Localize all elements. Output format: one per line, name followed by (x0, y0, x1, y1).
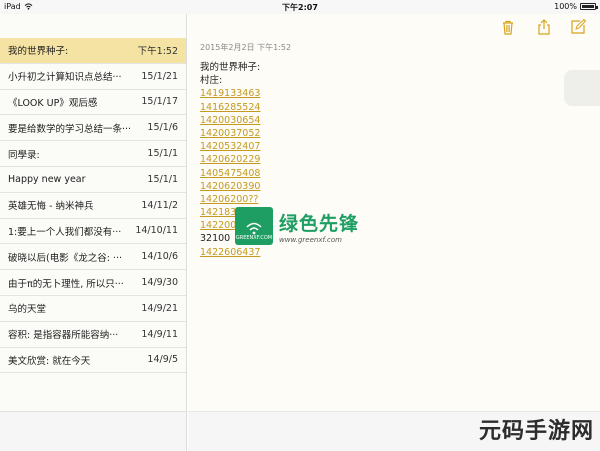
watermark-url: www.greenxf.com (279, 235, 342, 244)
note-item-title: 小升初之计算知识点总结··· (8, 72, 122, 84)
note-list-item[interactable]: 乌的天堂 14/9/21 (0, 296, 186, 322)
note-list-item[interactable]: 容积: 是指容器所能容纳··· 14/9/11 (0, 322, 186, 348)
note-item-title: 同學录: (8, 149, 40, 161)
note-item-date: 15/1/17 (141, 96, 178, 108)
status-right: 100% (554, 2, 598, 11)
seed-link[interactable]: 1419133463 (200, 87, 260, 100)
note-item-title: 《LOOK UP》观后感 (8, 97, 98, 109)
seed-link[interactable]: 1420620229 (200, 153, 260, 166)
note-text-line: 村庄: (200, 75, 223, 87)
seed-link[interactable]: 1420037052 (200, 127, 260, 140)
note-item-title: 要是给数学的学习总结一条··· (8, 123, 132, 135)
note-list: 我的世界种子: 下午1:52 小升初之计算知识点总结··· 15/1/21 《LOOK … (0, 38, 186, 374)
note-list-item[interactable]: 美文欣赏: 就在今天 14/9/5 (0, 348, 186, 374)
note-item-title: 美文欣赏: 就在今天 (8, 355, 91, 367)
note-list-item[interactable]: 英雄无悔 - 纳米神兵 14/11/2 (0, 193, 186, 219)
note-item-date: 15/1/1 (147, 148, 178, 160)
wifi-signal-icon (246, 222, 262, 235)
note-item-date: 15/1/21 (141, 70, 178, 82)
seed-link[interactable]: 1420030654 (200, 114, 260, 127)
note-item-title: 由于π的无卜理性, 所以只··· (8, 278, 124, 290)
note-item-title: 英雄无悔 - 纳米神兵 (8, 201, 94, 213)
note-list-item[interactable]: 要是给数学的学习总结一条··· 15/1/6 (0, 115, 186, 142)
note-item-date: 下午1:52 (137, 46, 178, 58)
note-item-date: 14/9/21 (141, 302, 178, 314)
share-icon[interactable] (536, 19, 552, 35)
status-time: 下午2:07 (282, 3, 318, 12)
seed-link[interactable]: 1420620390 (200, 180, 260, 193)
note-item-date: 14/10/6 (141, 251, 178, 263)
note-item-title: 我的世界种子: (8, 46, 69, 58)
note-item-date: 14/9/30 (141, 277, 178, 289)
note-list-item[interactable]: 小升初之计算知识点总结··· 15/1/21 (0, 64, 186, 90)
notes-sidebar: 我的世界种子: 下午1:52 小升初之计算知识点总结··· 15/1/21 《LOOK … (0, 14, 187, 451)
note-item-title: 乌的天堂 (8, 304, 47, 316)
note-list-item[interactable]: 由于π的无卜理性, 所以只··· 14/9/30 (0, 270, 186, 296)
note-item-title: 容积: 是指容器所能容纳··· (8, 330, 119, 342)
seed-link[interactable]: 1405475408 (200, 167, 260, 180)
seed-link[interactable]: 1420532407 (200, 140, 260, 153)
note-item-date: 14/9/11 (141, 328, 178, 340)
note-list-item[interactable]: 破晓以后(电影《龙之谷: ··· 14/10/6 (0, 244, 186, 271)
note-timestamp: 2015年2月2日 下午1:52 (200, 43, 292, 52)
greenxf-logo-icon: GREENXF.COM (235, 207, 273, 245)
note-item-date: 15/1/1 (147, 173, 178, 185)
note-item-date: 15/1/6 (147, 122, 178, 134)
note-item-title: Happy new year (8, 173, 86, 185)
note-list-item[interactable]: 同學录: 15/1/1 (0, 141, 186, 167)
corner-watermark: 元码手游网 (478, 419, 594, 444)
note-list-item[interactable]: Happy new year 15/1/1 (0, 167, 186, 193)
side-handle[interactable] (564, 70, 600, 106)
note-list-item[interactable]: 《LOOK UP》观后感 15/1/17 (0, 90, 186, 116)
note-item-date: 14/11/2 (141, 199, 178, 211)
sidebar-header (0, 14, 186, 38)
note-toolbar (460, 14, 600, 42)
note-item-date: 14/9/5 (147, 354, 178, 366)
note-item-title: 破晓以后(电影《龙之谷: ··· (8, 252, 122, 264)
watermark-text: 绿色先锋 www.greenxf.com (279, 209, 359, 244)
sidebar-footer (0, 411, 186, 451)
watermark-title: 绿色先锋 (279, 212, 360, 235)
note-text-line: 我的世界种子: (200, 62, 261, 73)
battery-percent: 100% (554, 2, 577, 11)
seed-link[interactable]: 1422606437 (200, 246, 260, 259)
greenxf-watermark: GREENXF.COM 绿色先锋 www.greenxf.com (235, 205, 385, 247)
seed-link[interactable]: 1416285524 (200, 101, 260, 114)
trash-icon[interactable] (500, 19, 516, 35)
logo-caption: GREENXF.COM (235, 235, 273, 241)
note-item-date: 14/10/11 (135, 225, 178, 237)
battery-icon (580, 3, 598, 10)
compose-icon[interactable] (570, 19, 586, 35)
status-bar: iPad 下午2:07 100% (0, 0, 600, 14)
note-list-item[interactable]: 我的世界种子: 下午1:52 (0, 38, 186, 64)
note-list-item[interactable]: 1:要上一个人我们都没有··· 14/10/11 (0, 219, 186, 245)
note-item-title: 1:要上一个人我们都没有··· (8, 226, 122, 238)
